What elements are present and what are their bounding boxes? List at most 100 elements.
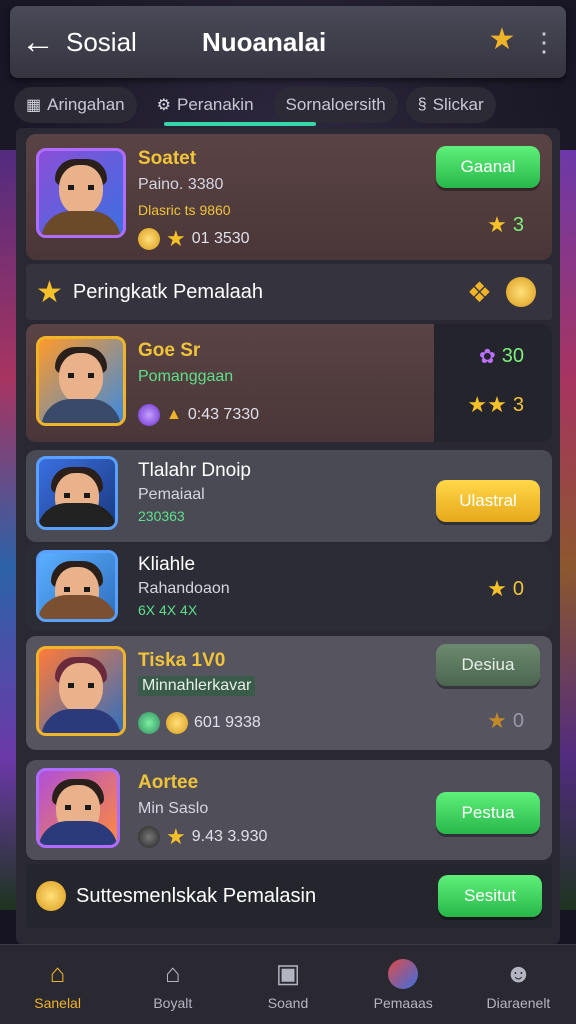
player-points: 9.43 3.930 — [191, 828, 268, 845]
player-avatar — [36, 768, 120, 848]
player-stat: Pemaiaal — [138, 486, 205, 503]
player-name: Aortee — [138, 772, 199, 793]
nav-label: Soand — [267, 994, 309, 1011]
player-points: 01 3530 — [191, 230, 250, 247]
bomb-icon — [138, 826, 160, 848]
nav-label: Sanelal — [34, 994, 81, 1011]
card-icon: ▣ — [275, 958, 301, 988]
tab-peranakin[interactable]: ⚙ Peranakin — [145, 87, 266, 123]
leaderboard-panel: Soatet Paino. 3380 Dlasric ts 9860 ★ 01 … — [16, 128, 560, 944]
tab-aringahan[interactable]: ▦ Aringahan — [14, 87, 137, 123]
tab-label: Sornaloersith — [285, 95, 386, 114]
player-meta: ★ 9.43 3.930 — [138, 824, 267, 850]
nav-label: Pemaaas — [373, 994, 433, 1011]
player-avatar — [36, 456, 118, 530]
score-value: 0 — [512, 709, 524, 732]
player-avatar — [36, 336, 126, 426]
smiley-icon: ☻ — [504, 958, 533, 988]
player-name: Tiska 1V0 — [138, 650, 226, 671]
tab-label: Aringahan — [47, 95, 125, 114]
nav-soand[interactable]: ▣ Soand — [230, 945, 345, 1024]
player-stat: Paino. 3380 — [138, 176, 224, 193]
score-value: 0 — [512, 577, 524, 600]
coin-icon — [138, 228, 160, 250]
sesitut-button[interactable]: Sesitut — [438, 875, 542, 917]
tab-label: Peranakin — [176, 95, 254, 114]
footer-section: Suttesmenlskak Pemalasin Sesitut — [26, 864, 552, 928]
house-icon: ⌂ — [164, 958, 181, 988]
top-bar: ← Sosial Nuoanalai ★ ⋮ — [10, 6, 566, 78]
score-value: 3 — [512, 213, 524, 236]
player-name: Kliahle — [138, 554, 196, 575]
player-row[interactable]: Tlalahr Dnoip Pemaiaal 230363 Ulastral — [26, 450, 552, 542]
gaanal-button[interactable]: Gaanal — [436, 146, 540, 188]
score-value: 3 — [512, 393, 524, 416]
ulastral-button[interactable]: Ulastral — [436, 480, 540, 522]
nav-pemaaas[interactable]: Pemaaas — [346, 945, 461, 1024]
nav-boyalt[interactable]: ⌂ Boyalt — [115, 945, 230, 1024]
tab-slickar[interactable]: § Slickar — [405, 87, 496, 123]
active-tab-indicator — [164, 122, 316, 126]
coin-icon — [166, 712, 188, 734]
player-row[interactable]: Goe Sr Pomanggaan ▲ 0:43 7330 ✿ 30 ★★ 3 — [26, 324, 552, 442]
coin-icon — [36, 881, 66, 911]
nav-label: Diaraenelt — [486, 994, 551, 1011]
player-row[interactable]: Kliahle Rahandoaon 6X 4X 4X ★ 0 — [26, 544, 552, 630]
star-icon: ★ — [36, 275, 63, 309]
star-icon: ★ — [487, 708, 507, 733]
player-score: ★ 0 — [487, 576, 524, 602]
coin-icon — [506, 277, 536, 307]
desiua-button[interactable]: Desiua — [436, 644, 540, 686]
score-value: 30 — [501, 345, 524, 367]
tab-label: Slickar — [432, 95, 484, 114]
player-row[interactable]: Tiska 1V0 Minnahlerkavar 601 9338 Desiua… — [26, 636, 552, 750]
player-score: ★ 0 — [487, 708, 524, 734]
back-arrow-icon[interactable]: ← — [10, 23, 66, 62]
player-stat: Pomanggaan — [138, 368, 234, 385]
player-points: 601 9338 — [194, 714, 261, 731]
tab-bar: ▦ Aringahan ⚙ Peranakin Sornaloersith § … — [14, 84, 562, 126]
nav-label: Boyalt — [153, 994, 193, 1011]
bottom-navigation: ⌂ Sanelal ⌂ Boyalt ▣ Soand Pemaaas ☻ Dia… — [0, 944, 576, 1024]
player-name: Soatet — [138, 148, 197, 169]
score-side-box — [434, 324, 552, 442]
home-icon: ⌂ — [49, 958, 66, 988]
player-row[interactable]: Soatet Paino. 3380 Dlasric ts 9860 ★ 01 … — [26, 134, 552, 260]
star-icon: ★★ — [467, 392, 507, 417]
player-stat: Min Saslo — [138, 800, 209, 817]
gem-icon — [138, 404, 160, 426]
avatar-icon — [388, 958, 419, 989]
page-title: Nuoanalai — [202, 26, 327, 57]
player-detail: Dlasric ts 9860 — [138, 202, 231, 218]
nav-diaraenelt[interactable]: ☻ Diaraenelt — [461, 945, 576, 1024]
player-name: Tlalahr Dnoip — [138, 460, 251, 481]
footer-title: Suttesmenlskak Pemalasin — [76, 884, 317, 907]
star-icon: ★ — [487, 576, 507, 601]
player-meta: ▲ 0:43 7330 — [138, 404, 259, 426]
section-label: Sosial — [66, 26, 137, 57]
trophy-icon[interactable]: ★ — [482, 22, 522, 62]
player-detail: 230363 — [138, 508, 185, 524]
background-glow-right — [558, 150, 576, 910]
orb-icon — [138, 712, 160, 734]
pestua-button[interactable]: Pestua — [436, 792, 540, 834]
star-icon: ★ — [487, 212, 507, 237]
controller-icon: ⚙ — [156, 97, 171, 114]
player-meta: 601 9338 — [138, 712, 261, 734]
player-avatar — [36, 646, 126, 736]
gem-icon: ✿ — [478, 346, 496, 368]
player-points: 0:43 7330 — [187, 406, 260, 423]
ranking-title: Peringkatk Pemalaah — [72, 280, 264, 303]
tab-sornaloersith[interactable]: Sornaloersith — [273, 87, 398, 123]
player-score: ★★ 3 — [467, 392, 524, 418]
more-vertical-icon[interactable]: ⋮ — [522, 27, 566, 58]
player-stat: Minnahlerkavar — [138, 676, 256, 696]
player-score: ★ 3 — [487, 212, 524, 238]
player-avatar — [36, 550, 118, 622]
player-row[interactable]: Aortee Min Saslo ★ 9.43 3.930 Pestua — [26, 760, 552, 860]
nav-sanelal[interactable]: ⌂ Sanelal — [0, 945, 115, 1024]
player-avatar — [36, 148, 126, 238]
s-icon: § — [417, 96, 427, 113]
player-stat: Rahandoaon — [138, 580, 230, 597]
player-detail: 6X 4X 4X — [138, 602, 198, 618]
